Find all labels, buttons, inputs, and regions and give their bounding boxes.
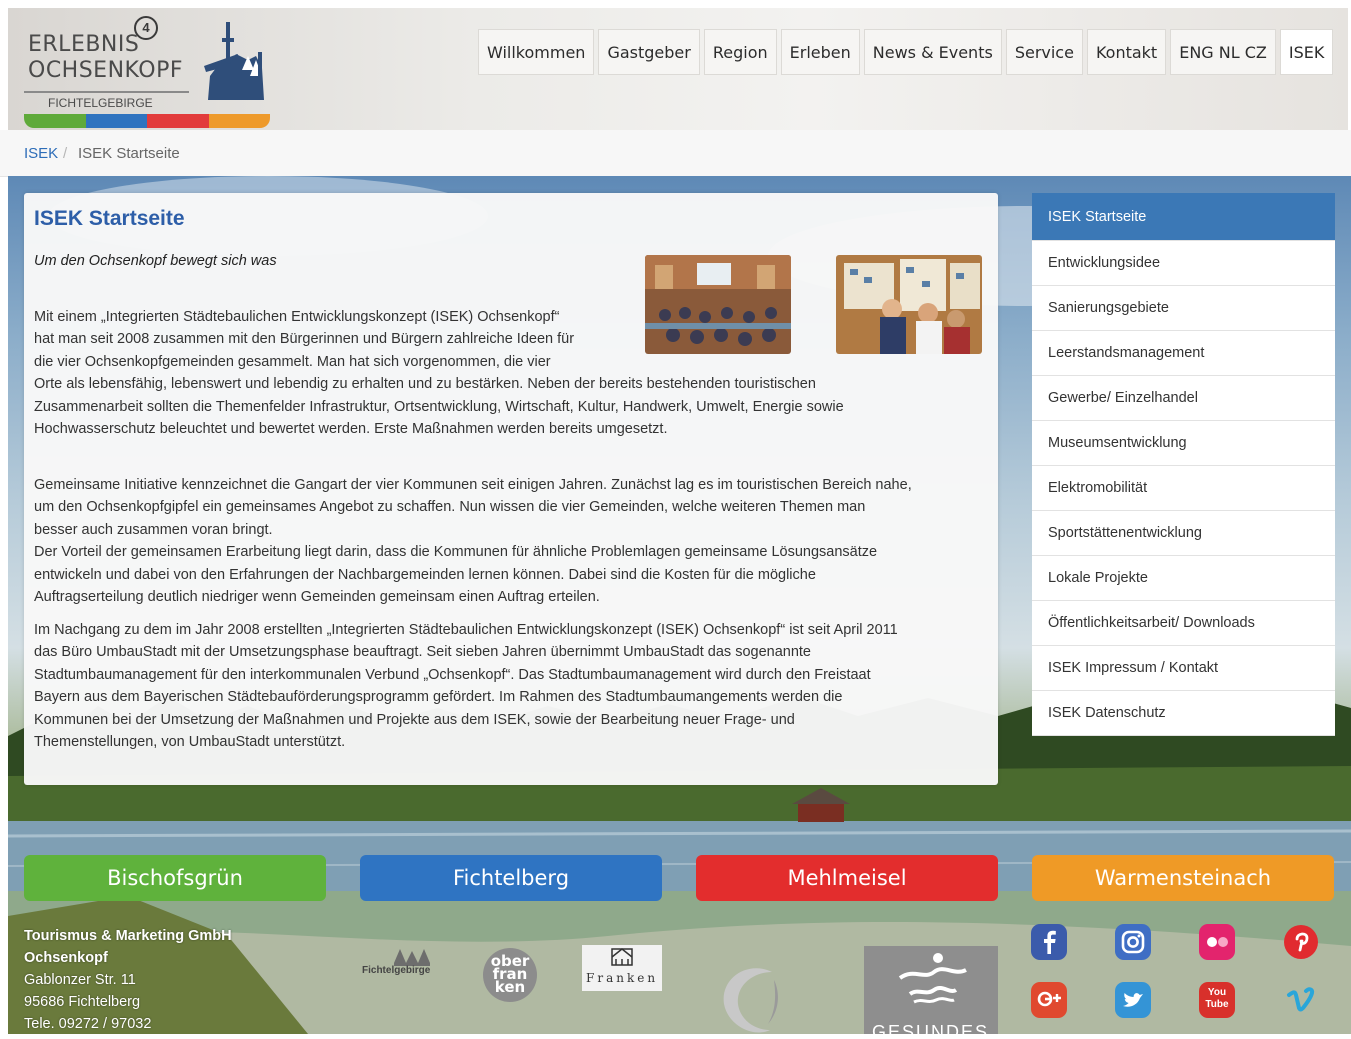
- sidebar-item-impressum-kontakt[interactable]: ISEK Impressum / Kontakt: [1032, 646, 1335, 691]
- workshop-photo-2[interactable]: [836, 255, 982, 354]
- googleplus-icon[interactable]: [1031, 982, 1067, 1018]
- address-street: Gablonzer Str. 11: [24, 972, 136, 988]
- community-button-mehlmeisel[interactable]: Mehlmeisel: [696, 855, 998, 901]
- sidebar-item-elektromobilitaet[interactable]: Elektromobilität: [1032, 466, 1335, 511]
- sidebar-item-sanierungsgebiete[interactable]: Sanierungsgebiete: [1032, 286, 1335, 331]
- instagram-icon[interactable]: [1115, 924, 1151, 960]
- address-city: 95686 Fichtelberg: [24, 994, 141, 1010]
- umbaustadt-line: Im Nachgang zu dem im Jahr 2008 erstellt…: [34, 622, 898, 638]
- intro-paragraph: Mit einem „Integrierten Städtebaulichen …: [34, 306, 844, 440]
- initiative-paragraph: Gemeinsame Initiative kennzeichnet die G…: [34, 474, 912, 608]
- umbaustadt-paragraph: Im Nachgang zu dem im Jahr 2008 erstellt…: [34, 619, 898, 753]
- sidebar-item-sportstaettenentwicklung[interactable]: Sportstättenentwicklung: [1032, 511, 1335, 556]
- site-header: ERLEBNIS 4 OCHSENKOPF FICHTELGEBIRGE Wil…: [8, 8, 1348, 130]
- logo-text-fichtelgebirge: FICHTELGEBIRGE: [48, 96, 153, 110]
- content-panel: ISEK Startseite Um den Ochsenkopf bewegt…: [24, 193, 998, 785]
- nav-region[interactable]: Region: [703, 29, 777, 75]
- main-navigation: Willkommen Gastgeber Region Erleben News…: [478, 29, 1334, 75]
- facebook-icon[interactable]: [1031, 924, 1067, 960]
- youtube-icon-text: You Tube: [1205, 987, 1229, 1010]
- community-button-warmensteinach[interactable]: Warmensteinach: [1032, 855, 1334, 901]
- umbaustadt-line: das Büro UmbauStadt mit der Umsetzungsph…: [34, 644, 811, 661]
- intro-line: Mit einem „Integrierten Städtebaulichen …: [34, 309, 560, 325]
- page-subtitle: Um den Ochsenkopf bewegt sich was: [34, 253, 277, 269]
- sidebar-item-gewerbe-einzelhandel[interactable]: Gewerbe/ Einzelhandel: [1032, 376, 1335, 421]
- nav-languages[interactable]: ENG NL CZ: [1170, 29, 1276, 75]
- gesundes-waves-icon: [898, 953, 967, 1004]
- bavaria-ribbon-icon: [723, 968, 778, 1033]
- pinterest-icon[interactable]: [1283, 924, 1319, 960]
- breadcrumb-separator: /: [63, 145, 68, 162]
- sidebar-item-entwicklungsidee[interactable]: Entwicklungsidee: [1032, 241, 1335, 286]
- bavaria-logo[interactable]: [710, 960, 790, 1034]
- initiative-line: um den Ochsenkopfgipfel ein gemeinsames …: [34, 499, 866, 516]
- breadcrumb-link-isek[interactable]: ISEK: [24, 145, 58, 162]
- nav-willkommen[interactable]: Willkommen: [478, 29, 595, 75]
- stripe-orange: [208, 114, 270, 128]
- oberfranken-logo[interactable]: ober fran ken: [470, 945, 550, 1003]
- nav-isek[interactable]: ISEK: [1279, 29, 1334, 75]
- page-title: ISEK Startseite: [34, 207, 185, 230]
- intro-line: Orte als lebensfähig, lebenswert und leb…: [34, 376, 816, 393]
- logo-badge: 4: [134, 16, 158, 40]
- oberfranken-logo-text: ober fran ken: [490, 952, 530, 996]
- umbaustadt-line: Stadtumbaumanagement für den interkommun…: [34, 666, 871, 683]
- address-company-2: Ochsenkopf: [24, 950, 108, 966]
- address-phone: Tele. 09272 / 97032: [24, 1016, 152, 1032]
- naturpark-logo-text: Fichtelgebirge: [362, 965, 431, 976]
- initiative-line: besser auch zusammen voran bringt.: [34, 521, 273, 538]
- sidebar-item-isek-startseite[interactable]: ISEK Startseite: [1032, 193, 1335, 241]
- stripe-red: [147, 114, 209, 128]
- initiative-line: Gemeinsame Initiative kennzeichnet die G…: [34, 477, 912, 493]
- initiative-line: Der Vorteil der gemeinsamen Erarbeitung …: [34, 544, 878, 561]
- gesundes-bayern-logo[interactable]: GESUNDES: [864, 946, 998, 1034]
- intro-line: Zusammenarbeit sollten die Themenfelder …: [34, 398, 844, 415]
- franken-logo-text: Franken: [586, 971, 659, 985]
- umbaustadt-line: Kommunen bei der Umsetzung der Maßnahmen…: [34, 711, 795, 728]
- nav-erleben[interactable]: Erleben: [780, 29, 860, 75]
- community-button-fichtelberg[interactable]: Fichtelberg: [360, 855, 662, 901]
- ochsenkopf-tower-icon: [204, 22, 264, 100]
- umbaustadt-line: Bayern aus dem Bayerischen Städtebauförd…: [34, 689, 843, 706]
- nav-service[interactable]: Service: [1005, 29, 1083, 75]
- stripe-blue: [85, 114, 147, 128]
- vimeo-icon[interactable]: [1283, 982, 1319, 1018]
- initiative-line: entwickeln und dabei von den Erfahrungen…: [34, 566, 816, 583]
- site-logo[interactable]: ERLEBNIS 4 OCHSENKOPF FICHTELGEBIRGE: [24, 12, 272, 130]
- nav-gastgeber[interactable]: Gastgeber: [598, 29, 700, 75]
- sidebar-item-leerstandsmanagement[interactable]: Leerstandsmanagement: [1032, 331, 1335, 376]
- logo-color-stripe: [24, 114, 270, 128]
- breadcrumb-current: ISEK Startseite: [78, 145, 180, 162]
- sidebar-item-oeffentlichkeitsarbeit[interactable]: Öffentlichkeitsarbeit/ Downloads: [1032, 601, 1335, 646]
- logo-rule: [24, 91, 189, 93]
- naturpark-fichtelgebirge-logo[interactable]: Fichtelgebirge: [360, 945, 440, 991]
- umbaustadt-line: Themenstellungen, von UmbauStadt unterst…: [34, 734, 346, 751]
- community-button-bischofsgruen[interactable]: Bischofsgrün: [24, 855, 326, 901]
- youtube-icon[interactable]: You Tube: [1199, 982, 1235, 1018]
- address-company: Tourismus & Marketing GmbH: [24, 928, 232, 944]
- logo-text-ochsenkopf: OCHSENKOPF: [28, 58, 184, 83]
- breadcrumb: ISEK / ISEK Startseite: [0, 130, 1351, 177]
- intro-line: hat man seit 2008 zusammen mit den Bürge…: [34, 331, 575, 348]
- sidebar-item-museumsentwicklung[interactable]: Museumsentwicklung: [1032, 421, 1335, 466]
- isek-sidebar-nav: ISEK Startseite Entwicklungsidee Sanieru…: [1032, 193, 1335, 736]
- intro-line: Hochwasserschutz beleuchtet und bewertet…: [34, 421, 668, 438]
- gesundes-logo-text: GESUNDES: [872, 1022, 990, 1034]
- nav-kontakt[interactable]: Kontakt: [1086, 29, 1167, 75]
- franken-logo[interactable]: Franken: [582, 945, 662, 991]
- flickr-icon[interactable]: [1199, 924, 1235, 960]
- initiative-line: Auftragserteilung deutlich niedriger wen…: [34, 589, 600, 606]
- sidebar-item-lokale-projekte[interactable]: Lokale Projekte: [1032, 556, 1335, 601]
- intro-line: die vier Ochsenkopfgemeinden gesammelt. …: [34, 353, 551, 370]
- nav-news-events[interactable]: News & Events: [863, 29, 1002, 75]
- twitter-icon[interactable]: [1115, 982, 1151, 1018]
- footer-address: Tourismus & Marketing GmbH Ochsenkopf Ga…: [24, 925, 232, 1035]
- sidebar-item-datenschutz[interactable]: ISEK Datenschutz: [1032, 691, 1335, 736]
- stripe-green: [24, 114, 86, 128]
- logo-text-erlebnis: ERLEBNIS: [28, 32, 140, 57]
